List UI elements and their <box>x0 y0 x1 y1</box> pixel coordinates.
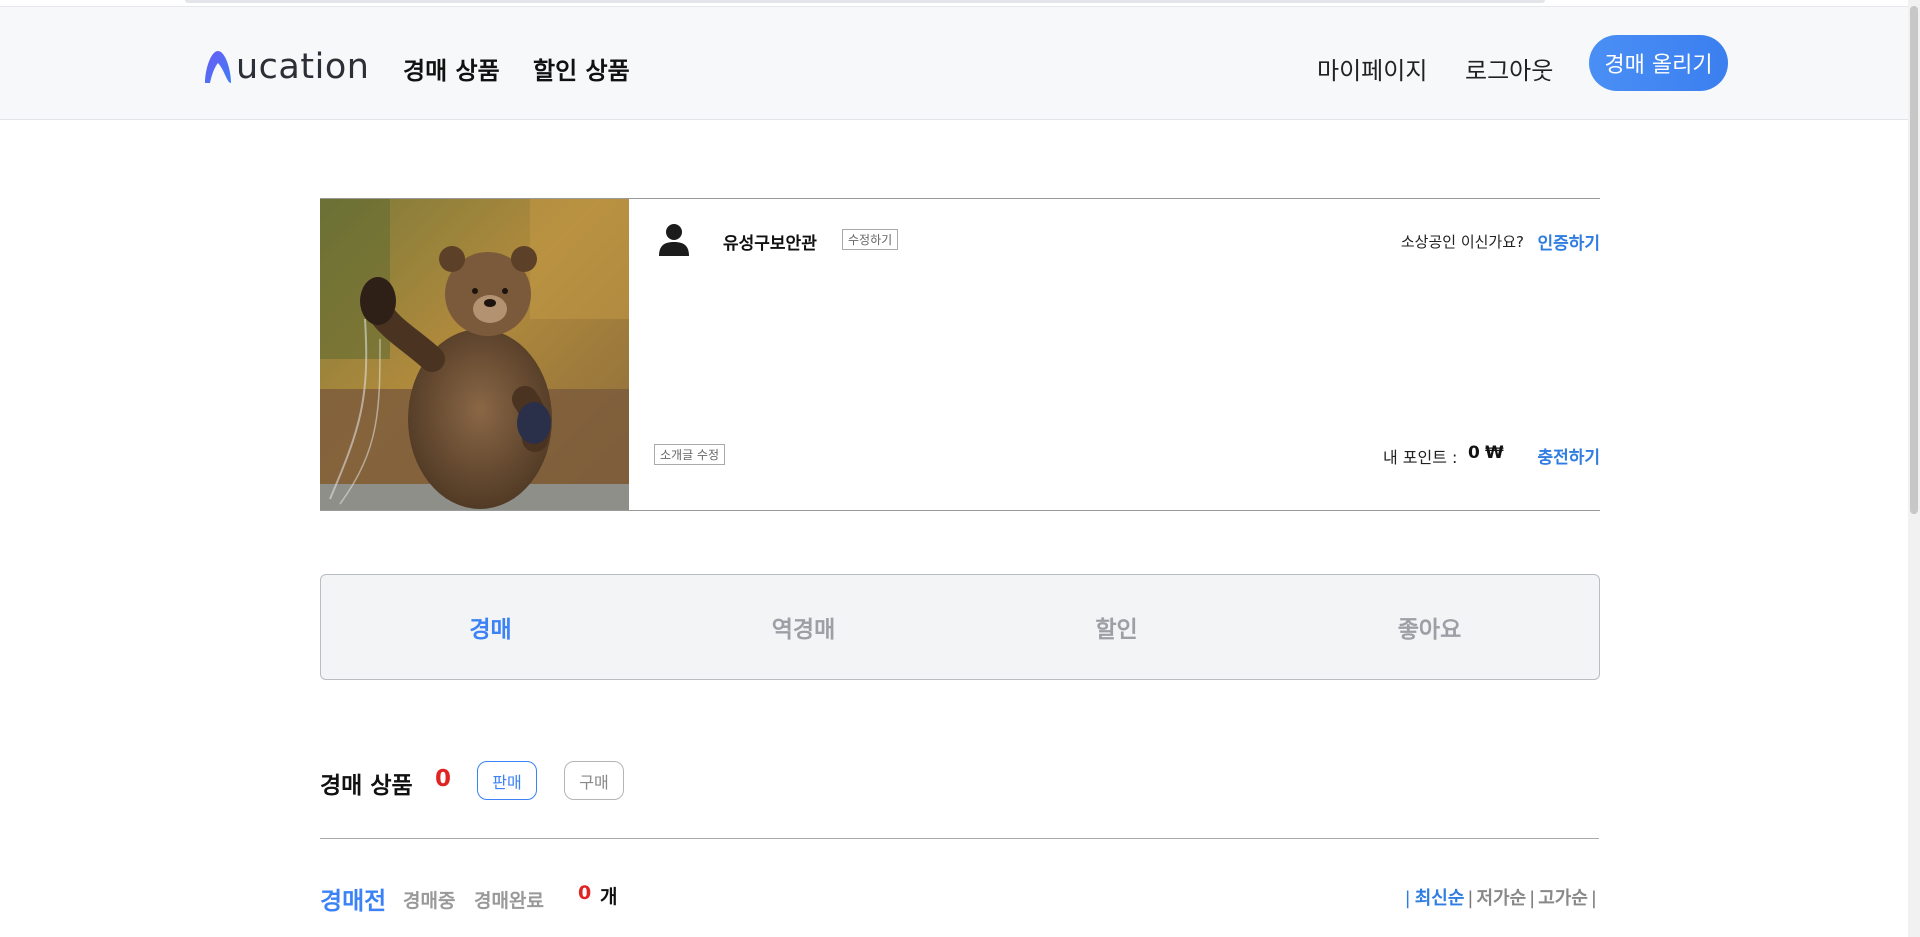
site-header: ucation 경매 상품 할인 상품 마이페이지 로그아웃 경매 올리기 <box>0 6 1908 120</box>
sort-options: | 최신순 | 저가순 | 고가순 | <box>1404 888 1597 909</box>
logo[interactable]: ucation <box>202 45 369 89</box>
section-count: 0 <box>435 766 452 792</box>
profile-card: 유성구보안관 수정하기 소상공인 이신가요? 인증하기 소개글 수정 내 포인트… <box>320 198 1600 511</box>
edit-intro-button[interactable]: 소개글 수정 <box>654 444 726 465</box>
points-label: 내 포인트 : <box>1383 448 1458 467</box>
logo-text: ucation <box>236 47 370 87</box>
points-currency: ₩ <box>1485 443 1504 463</box>
tab-reverse-auction[interactable]: 역경매 <box>647 575 960 679</box>
buy-filter-button[interactable]: 구매 <box>564 761 624 800</box>
edit-profile-button[interactable]: 수정하기 <box>842 229 899 250</box>
status-auction-complete[interactable]: 경매완료 <box>474 886 544 913</box>
logo-mark-icon <box>205 51 231 83</box>
mypage-link[interactable]: 마이페이지 <box>1317 51 1427 86</box>
charge-link[interactable]: 충전하기 <box>1537 443 1600 468</box>
tab-discount[interactable]: 할인 <box>960 575 1273 679</box>
nav-auction-products[interactable]: 경매 상품 <box>403 51 500 86</box>
tab-auction[interactable]: 경매 <box>334 575 647 679</box>
sort-latest[interactable]: 최신순 <box>1415 888 1465 909</box>
item-count-unit: 개 <box>600 886 618 908</box>
post-auction-button[interactable]: 경매 올리기 <box>1589 35 1728 91</box>
category-tabs: 경매 역경매 할인 좋아요 <box>320 574 1600 680</box>
item-count: 0 <box>578 882 592 904</box>
status-in-auction[interactable]: 경매중 <box>403 886 455 913</box>
profile-photo <box>320 199 629 510</box>
business-question: 소상공인 이신가요? <box>1400 233 1524 251</box>
page-scrollbar[interactable] <box>1908 0 1920 937</box>
sort-low-price[interactable]: 저가순 <box>1476 888 1526 909</box>
section-title: 경매 상품 <box>320 773 413 799</box>
sell-filter-button[interactable]: 판매 <box>477 761 537 800</box>
user-icon <box>659 224 689 256</box>
logout-link[interactable]: 로그아웃 <box>1465 51 1553 86</box>
points-value: 0 <box>1468 443 1480 463</box>
tab-likes[interactable]: 좋아요 <box>1273 575 1586 679</box>
username: 유성구보안관 <box>723 234 817 254</box>
verify-link[interactable]: 인증하기 <box>1537 229 1600 254</box>
section-divider <box>320 838 1599 839</box>
nav-discount-products[interactable]: 할인 상품 <box>533 51 630 86</box>
status-before-auction[interactable]: 경매전 <box>320 881 386 916</box>
sort-high-price[interactable]: 고가순 <box>1538 888 1588 909</box>
